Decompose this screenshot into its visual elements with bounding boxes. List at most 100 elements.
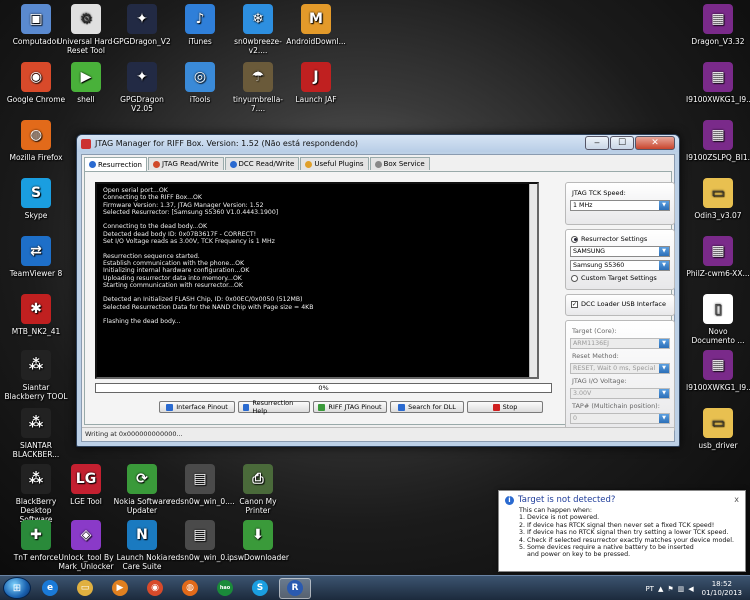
close-button[interactable]: ✕ — [635, 136, 675, 150]
taskbar-hao123-icon[interactable]: hao — [209, 578, 241, 599]
desktop-icon[interactable]: ✱ MTB_NK2_41 — [4, 294, 68, 336]
desktop-icon[interactable]: ▤ redsn0w_win_0.... — [168, 464, 235, 506]
desktop-icon[interactable]: N Launch Nokia Care Suite — [110, 520, 174, 571]
nokia-updater-icon: ⟳ — [127, 464, 157, 494]
desktop-icon[interactable]: ⬇ ipswDownloader — [226, 520, 290, 562]
desktop-icon[interactable]: ▦ Dragon_V3.32 — [686, 4, 750, 46]
button-label: Interface Pinout — [176, 403, 228, 411]
resurrector-settings-radio[interactable]: Resurrector Settings — [571, 235, 670, 243]
blackberry-icon: ⁂ — [21, 408, 51, 438]
file-icon: ▤ — [185, 520, 215, 550]
tab-label: Useful Plugins — [314, 160, 364, 168]
desktop-icon-label: Siantar Blackberry TOOL — [4, 383, 68, 401]
desktop-icon[interactable]: ▦ I9100ZSLPQ_BI1... — [686, 120, 750, 162]
tab-label: Resurrection — [98, 160, 142, 169]
chevron-down-icon: ▼ — [659, 247, 669, 256]
desktop-icon[interactable]: ▦ I9100XWKG1_I9... — [686, 350, 750, 392]
start-button[interactable]: ⊞ — [3, 577, 31, 599]
balloon-close-button[interactable]: x — [734, 495, 739, 504]
tab-useful-plugins[interactable]: Useful Plugins — [300, 157, 369, 170]
taskbar-items: e ▭ ▶ ◉ ◍ hao S R — [31, 577, 311, 599]
taskbar-firefox-icon[interactable]: ◍ — [174, 578, 206, 599]
taskbar-media-player-icon[interactable]: ▶ — [104, 578, 136, 599]
desktop-icon[interactable]: ▶ shell — [54, 62, 118, 104]
folder-icon: ▭ — [703, 178, 733, 208]
network-icon[interactable]: ▥ — [678, 585, 685, 593]
tab-box-service[interactable]: Box Service — [369, 157, 430, 170]
language-indicator[interactable]: PT — [645, 585, 654, 593]
desktop-icon[interactable]: ▦ I9100XWKG1_I9... — [686, 62, 750, 104]
desktop-icon[interactable]: ⟳ Nokia Software Updater — [110, 464, 174, 515]
desktop-icon[interactable]: ✦ GPGDragon_V2 — [110, 4, 174, 46]
desktop-icon[interactable]: ◍ Mozilla Firefox — [4, 120, 68, 162]
jtag-manager-window[interactable]: JTAG Manager for RIFF Box. Version: 1.52… — [76, 134, 680, 447]
desktop-icon[interactable]: ▭ Odin3_v3.07 — [686, 178, 750, 220]
reset-method-select[interactable]: RESET, Wait 0 ms, Special ▼ — [570, 363, 670, 374]
taskbar-chrome-icon[interactable]: ◉ — [139, 578, 171, 599]
stop-button[interactable]: Stop — [467, 401, 543, 413]
riff-jtag-pinout-button[interactable]: RIFF JTAG Pinout — [313, 401, 387, 413]
desktop-icon[interactable]: ⁂ Siantar Blackberry TOOL — [4, 350, 68, 401]
desktop-icon[interactable]: ♪ iTunes — [168, 4, 232, 46]
resurrection-help-button[interactable]: Resurrection Help — [238, 399, 310, 415]
blackberry-icon: ⁂ — [21, 350, 51, 380]
model-select[interactable]: Samsung S5360 ▼ — [570, 260, 670, 271]
log-line: Selected Resurrector: [Samsung S5360 V1.… — [103, 208, 279, 216]
tab-jtag-read-write[interactable]: JTAG Read/Write — [147, 157, 224, 170]
interface-pinout-button[interactable]: Interface Pinout — [159, 401, 235, 413]
desktop-icon[interactable]: ⎙ Canon My Printer — [226, 464, 290, 515]
desktop-icon[interactable]: ▯ Novo Documento ... — [686, 294, 750, 345]
log-line: Connecting to the dead body...OK — [103, 223, 208, 231]
desktop-icon[interactable]: ◈ Unlock_tool By Mark_Unlocker — [54, 520, 118, 571]
desktop-icon[interactable]: S Skype — [4, 178, 68, 220]
desktop-icon[interactable]: ❄ sn0wbreeze-v2.... — [226, 4, 290, 55]
tab-resurrection[interactable]: Resurrection — [84, 157, 147, 171]
maximize-button[interactable]: ☐ — [610, 136, 634, 150]
balloon-body: This can happen when: 1. Device is not po… — [499, 507, 745, 559]
tool-icon: ⚙ — [71, 4, 101, 34]
desktop-icon[interactable]: ⁂ SIANTAR BLACKBER... — [4, 408, 68, 459]
desktop-icon[interactable]: J Launch JAF — [284, 62, 348, 104]
taskbar-skype-icon[interactable]: S — [244, 578, 276, 599]
desktop-icon[interactable]: ▭ usb_driver — [686, 408, 750, 450]
target-core-select[interactable]: ARM1136EJ ▼ — [570, 338, 670, 349]
button-label: Stop — [502, 403, 518, 411]
desktop-icon[interactable]: ▤ redsn0w_win_0.... — [168, 520, 235, 562]
taskbar-riff-icon[interactable]: R — [279, 577, 311, 599]
target-not-detected-balloon[interactable]: i Target is not detected? x This can hap… — [498, 490, 746, 572]
tray-arrow-icon[interactable]: ▲ — [658, 585, 663, 593]
minimize-button[interactable]: ‒ — [585, 136, 609, 150]
custom-target-radio[interactable]: Custom Target Settings — [571, 274, 670, 282]
tap-select[interactable]: 0 ▼ — [570, 413, 670, 424]
volume-icon[interactable]: ◀ — [688, 585, 693, 593]
desktop-icon[interactable]: M AndroidDownl... — [284, 4, 348, 46]
desktop-icon-label: iTunes — [188, 37, 212, 46]
button-icon — [398, 403, 406, 411]
desktop-icon-label: Universal Hard-Reset Tool — [56, 37, 116, 55]
log-scrollbar[interactable] — [529, 184, 537, 377]
desktop-icon-label: Skype — [24, 211, 48, 220]
desktop-icon[interactable]: LG LGE Tool — [54, 464, 118, 506]
clock[interactable]: 18:52 01/10/2013 — [702, 580, 742, 598]
desktop-icon[interactable]: ☂ tinyumbrella-7.... — [226, 62, 290, 113]
desktop-icon[interactable]: ⇄ TeamViewer 8 — [4, 236, 68, 278]
taskbar-ie-icon[interactable]: e — [34, 578, 66, 599]
tab-dcc-read-write[interactable]: DCC Read/Write — [224, 157, 300, 170]
search-for-dll-button[interactable]: Search for DLL — [390, 401, 464, 413]
desktop-icon[interactable]: ⚙ Universal Hard-Reset Tool — [54, 4, 118, 55]
taskbar-explorer-icon[interactable]: ▭ — [69, 578, 101, 599]
desktop-icon-label: Unlock_tool By Mark_Unlocker — [58, 553, 114, 571]
tck-speed-select[interactable]: 1 MHz ▼ — [570, 200, 670, 211]
desktop-icon[interactable]: ✦ GPGDragon V2.05 — [110, 62, 174, 113]
desktop-icon[interactable]: ◎ iTools — [168, 62, 232, 104]
brand-select[interactable]: SAMSUNG ▼ — [570, 246, 670, 257]
desktop-icon-label: TeamViewer 8 — [9, 269, 63, 278]
tap-label: TAP# (Multichain position): — [572, 402, 660, 410]
desktop-icon-label: Odin3_v3.07 — [694, 211, 742, 220]
dcc-loader-checkbox[interactable]: ✓ DCC Loader USB Interface — [571, 300, 670, 308]
tab-bar: Resurrection JTAG Read/Write DCC Read/Writ… — [82, 155, 674, 171]
desktop-icon[interactable]: ▦ PhilZ-cwm6-XX... — [686, 236, 750, 278]
flag-icon[interactable]: ⚑ — [667, 585, 673, 593]
voltage-select[interactable]: 3.00V ▼ — [570, 388, 670, 399]
resurrection-panel: Open serial port...OK Connecting to the R… — [84, 171, 675, 432]
